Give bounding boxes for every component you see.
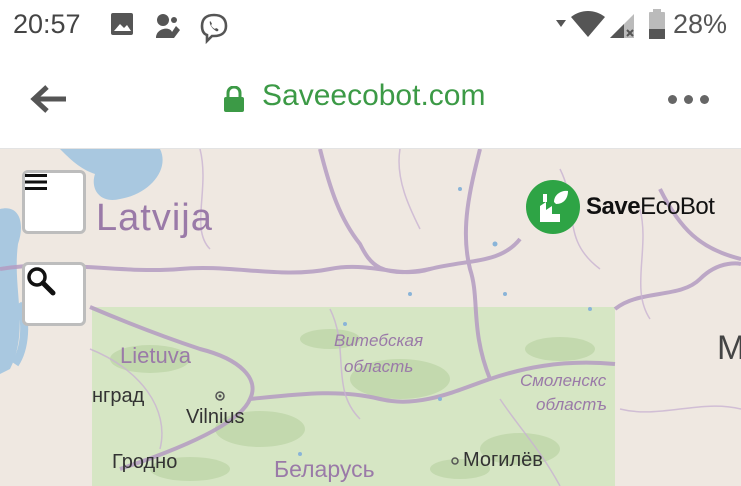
logo-icon — [526, 180, 580, 234]
map-label-lietuva: Lietuva — [120, 343, 191, 368]
image-icon — [110, 12, 134, 36]
browser-toolbar: Saveecobot.com — [0, 50, 741, 149]
map-label-smolensk-2: областъ — [536, 395, 607, 414]
brand-name: SaveEcoBot — [586, 193, 715, 220]
wifi-icon — [570, 10, 606, 38]
signal-icon — [608, 11, 636, 39]
map-label-vitebsk-2: область — [344, 357, 414, 376]
wifi-dropdown-icon — [556, 18, 566, 28]
battery-percent: 28% — [672, 9, 727, 39]
map-label-smolensk-1: Смоленскс — [520, 371, 607, 390]
search-icon — [27, 267, 56, 296]
more-options-icon[interactable] — [668, 95, 709, 104]
status-time: 20:57 — [13, 9, 81, 39]
map-label-ngrad: нград — [92, 385, 145, 407]
menu-icon — [25, 174, 47, 190]
search-button[interactable] — [22, 262, 86, 326]
map-view[interactable]: Latvija Lietuva Витебская область Смолен… — [0, 149, 741, 486]
app-icon — [152, 12, 182, 40]
map-label-mogilev: Могилёв — [463, 449, 543, 471]
map-label-vilnius: Vilnius — [186, 406, 245, 428]
back-arrow-icon[interactable] — [30, 83, 68, 115]
map-label-belarus: Беларусь — [274, 456, 375, 482]
lock-icon — [222, 85, 246, 117]
status-bar: 20:57 28% — [0, 0, 741, 50]
map-label-edge-m: M — [717, 329, 741, 367]
battery-icon — [648, 9, 666, 39]
map-label-grodno: Гродно — [112, 451, 178, 473]
viber-icon — [198, 12, 230, 44]
url-domain[interactable]: Saveecobot.com — [262, 79, 485, 113]
menu-button[interactable] — [22, 170, 86, 234]
map-label-vitebsk-1: Витебская — [334, 331, 424, 350]
saveecobot-logo[interactable]: SaveEcoBot — [526, 180, 715, 234]
map-label-latvija: Latvija — [96, 197, 213, 239]
